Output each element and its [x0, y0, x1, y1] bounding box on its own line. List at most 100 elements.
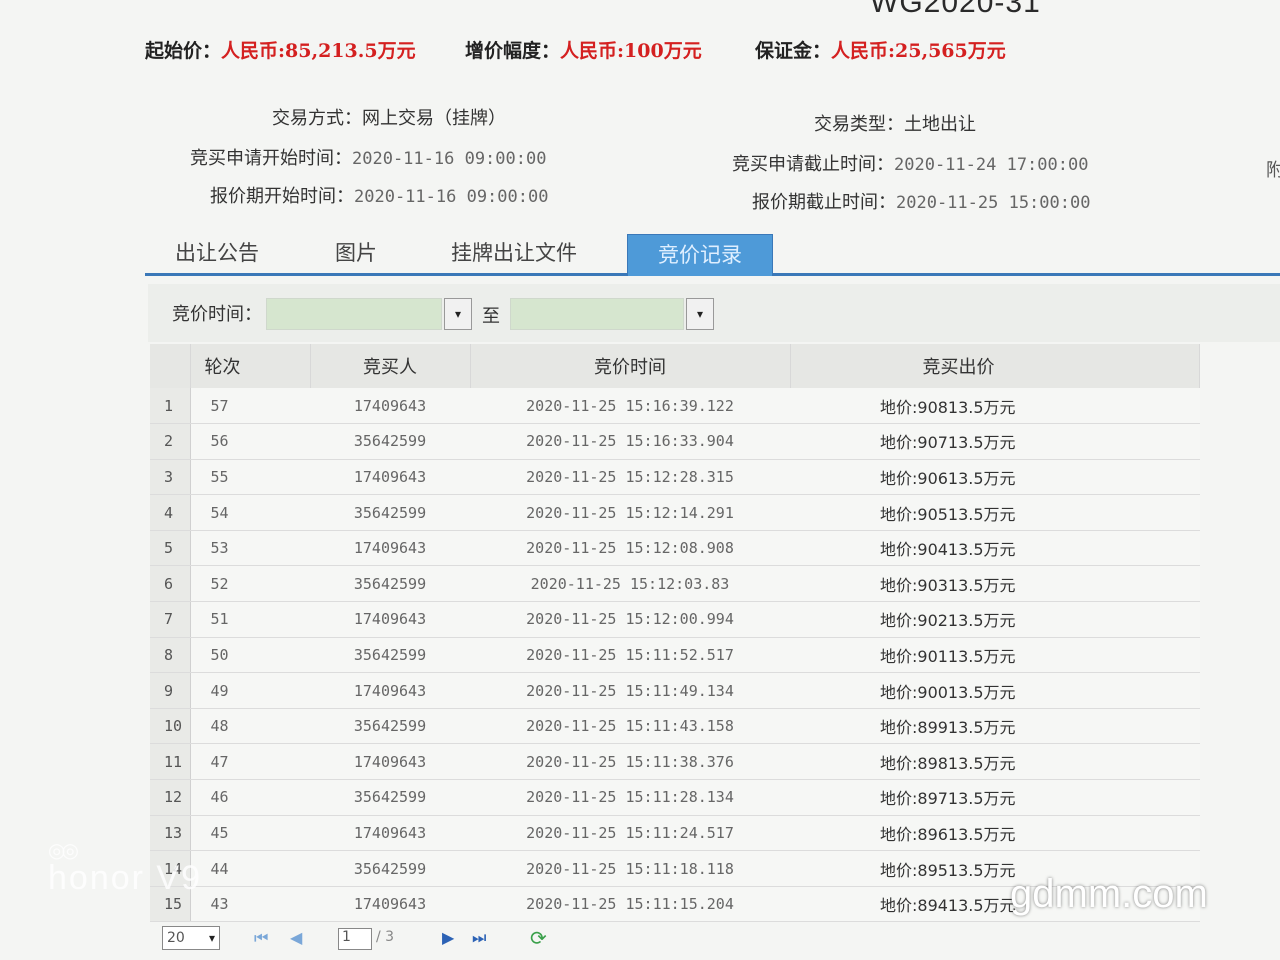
bid-price-cell: 地价:90513.5万元 [790, 494, 1200, 531]
tab-images[interactable]: 图片 [335, 236, 377, 274]
table-row[interactable]: 6 52 35642599 2020-11-25 15:12:03.83 地价:9031… [150, 565, 1200, 603]
round-cell: 50 [190, 637, 310, 674]
bid-time-cell: 2020-11-25 15:12:28.315 [470, 459, 790, 496]
bidder-cell: 35642599 [310, 494, 470, 531]
bid-time-cell: 2020-11-25 15:11:52.517 [470, 637, 790, 674]
table-row[interactable]: 7 51 17409643 2020-11-25 15:12:00.994 地价:902… [150, 601, 1200, 638]
bid-price-cell: 地价:89913.5万元 [790, 708, 1200, 745]
bid-price-cell: 地价:90413.5万元 [790, 530, 1200, 567]
table-row[interactable]: 10 48 35642599 2020-11-25 15:11:43.158 地价:89… [150, 708, 1200, 745]
tab-announcement[interactable]: 出让公告 [175, 236, 259, 274]
bid-time-cell: 2020-11-25 15:11:24.517 [470, 815, 790, 852]
row-index-cell: 3 [150, 459, 191, 496]
site-watermark: gdmm.com [1010, 872, 1208, 916]
bid-records-table: 轮次 竞买人 竞价时间 竞买出价 1 57 17409643 2020-11-25 1… [150, 344, 1200, 923]
column-header-round[interactable]: 轮次 [190, 344, 311, 388]
quote-end: 报价期截止时间：2020-11-25 15:00:00 [752, 188, 1090, 214]
total-pages: / 3 [376, 929, 395, 945]
table-row[interactable]: 9 49 17409643 2020-11-25 15:11:49.134 地价:900… [150, 672, 1200, 709]
column-header-index [150, 344, 191, 388]
bid-price-cell: 地价:89813.5万元 [790, 743, 1200, 781]
round-cell: 43 [190, 886, 310, 923]
table-row[interactable]: 2 56 35642599 2020-11-25 15:16:33.904 地价:907… [150, 423, 1200, 460]
round-cell: 49 [190, 672, 310, 709]
apply-start-value: 2020-11-16 09:00:00 [352, 149, 547, 169]
table-row[interactable]: 8 50 35642599 2020-11-25 15:11:52.517 地价:901… [150, 637, 1200, 674]
increment-label: 增价幅度： [465, 40, 561, 62]
range-separator: 至 [482, 306, 500, 327]
bidder-cell: 17409643 [310, 459, 470, 496]
round-cell: 48 [190, 708, 310, 745]
apply-start: 竞买申请开始时间：2020-11-16 09:00:00 [190, 144, 546, 170]
bid-time-cell: 2020-11-25 15:11:18.118 [470, 850, 790, 887]
table-row[interactable]: 3 55 17409643 2020-11-25 15:12:28.315 地价:906… [150, 459, 1200, 496]
bid-price-cell: 地价:90813.5万元 [790, 388, 1200, 425]
current-page-input[interactable]: 1 [338, 928, 372, 950]
chevron-down-icon[interactable]: ▾ [444, 298, 472, 330]
tab-listing-docs[interactable]: 挂牌出让文件 [451, 236, 577, 274]
increment-value: 人民币:100万元 [560, 40, 702, 62]
bidder-cell: 17409643 [310, 815, 470, 852]
bid-time-end-input[interactable] [510, 298, 684, 330]
trade-type: 交易类型：土地出让 [814, 110, 976, 136]
bidder-cell: 35642599 [310, 565, 470, 603]
round-cell: 57 [190, 388, 310, 425]
bid-price-cell: 地价:90613.5万元 [790, 459, 1200, 496]
apply-start-label: 竞买申请开始时间： [190, 148, 352, 169]
round-cell: 47 [190, 743, 310, 781]
bidder-cell: 35642599 [310, 423, 470, 460]
apply-end-value: 2020-11-24 17:00:00 [894, 155, 1089, 175]
bid-price-cell: 地价:90013.5万元 [790, 672, 1200, 709]
round-cell: 54 [190, 494, 310, 531]
starting-price-label: 起始价： [145, 40, 222, 62]
increment: 增价幅度：人民币:100万元 [465, 36, 702, 63]
bid-price-cell: 地价:90213.5万元 [790, 601, 1200, 638]
quote-start: 报价期开始时间：2020-11-16 09:00:00 [210, 182, 548, 208]
bid-time-cell: 2020-11-25 15:11:43.158 [470, 708, 790, 745]
table-row[interactable]: 12 46 35642599 2020-11-25 15:11:28.134 地价:89… [150, 779, 1200, 816]
bidder-cell: 35642599 [310, 708, 470, 745]
bid-time-start-input[interactable] [266, 298, 442, 330]
starting-price-value: 人民币:85,213.5万元 [221, 40, 416, 62]
deposit-label: 保证金： [755, 40, 832, 62]
bid-price-cell: 地价:90113.5万元 [790, 637, 1200, 674]
chevron-down-icon: ▾ [208, 931, 215, 945]
bidder-cell: 17409643 [310, 530, 470, 567]
bid-time-cell: 2020-11-25 15:16:39.122 [470, 388, 790, 425]
table-row[interactable]: 13 45 17409643 2020-11-25 15:11:24.517 地价:89… [150, 815, 1200, 852]
trade-type-label: 交易类型： [814, 114, 904, 135]
project-code: WG2020-31 [870, 0, 1041, 19]
bidder-cell: 17409643 [310, 886, 470, 923]
table-row[interactable]: 4 54 35642599 2020-11-25 15:12:14.291 地价:905… [150, 494, 1200, 531]
bid-time-cell: 2020-11-25 15:11:15.204 [470, 886, 790, 923]
first-page-icon[interactable]: ⏮ [254, 928, 268, 948]
trade-method-value: 网上交易（挂牌） [362, 108, 506, 129]
bid-time-label: 竞价时间： [172, 304, 262, 325]
page-size-select[interactable]: 20 ▾ [162, 926, 220, 950]
next-page-icon[interactable]: ▶ [442, 928, 454, 947]
row-index-cell: 10 [150, 708, 191, 745]
round-cell: 52 [190, 565, 310, 603]
apply-end-label: 竞买申请截止时间： [732, 154, 894, 175]
table-row[interactable]: 1 57 17409643 2020-11-25 15:16:39.122 地价:908… [150, 388, 1200, 425]
bid-time-cell: 2020-11-25 15:11:38.376 [470, 743, 790, 781]
camera-brand: honor V9 [48, 859, 202, 897]
bidder-cell: 35642599 [310, 637, 470, 674]
table-row[interactable]: 5 53 17409643 2020-11-25 15:12:08.908 地价:904… [150, 530, 1200, 567]
row-index-cell: 5 [150, 530, 191, 567]
pagination-bar: 20 ▾ ⏮ ◀ 1 / 3 ▶ ⏭ ⟳ [162, 926, 662, 952]
tab-bid-records[interactable]: 竞价记录 [627, 234, 773, 276]
quote-start-value: 2020-11-16 09:00:00 [354, 187, 549, 207]
chevron-down-icon[interactable]: ▾ [686, 298, 714, 330]
column-header-bidder[interactable]: 竞买人 [310, 344, 471, 388]
last-page-icon[interactable]: ⏭ [472, 928, 486, 948]
prev-page-icon[interactable]: ◀ [290, 928, 302, 947]
refresh-icon[interactable]: ⟳ [530, 926, 547, 950]
column-header-time[interactable]: 竞价时间 [470, 344, 791, 388]
row-index-cell: 2 [150, 423, 191, 460]
column-header-price[interactable]: 竞买出价 [790, 344, 1200, 388]
tab-bar: 出让公告 图片 挂牌出让文件 竞价记录 [145, 232, 1280, 276]
round-cell: 46 [190, 779, 310, 816]
deposit-value: 人民币:25,565万元 [831, 40, 1006, 62]
table-row[interactable]: 11 47 17409643 2020-11-25 15:11:38.376 地价:89… [150, 743, 1200, 781]
